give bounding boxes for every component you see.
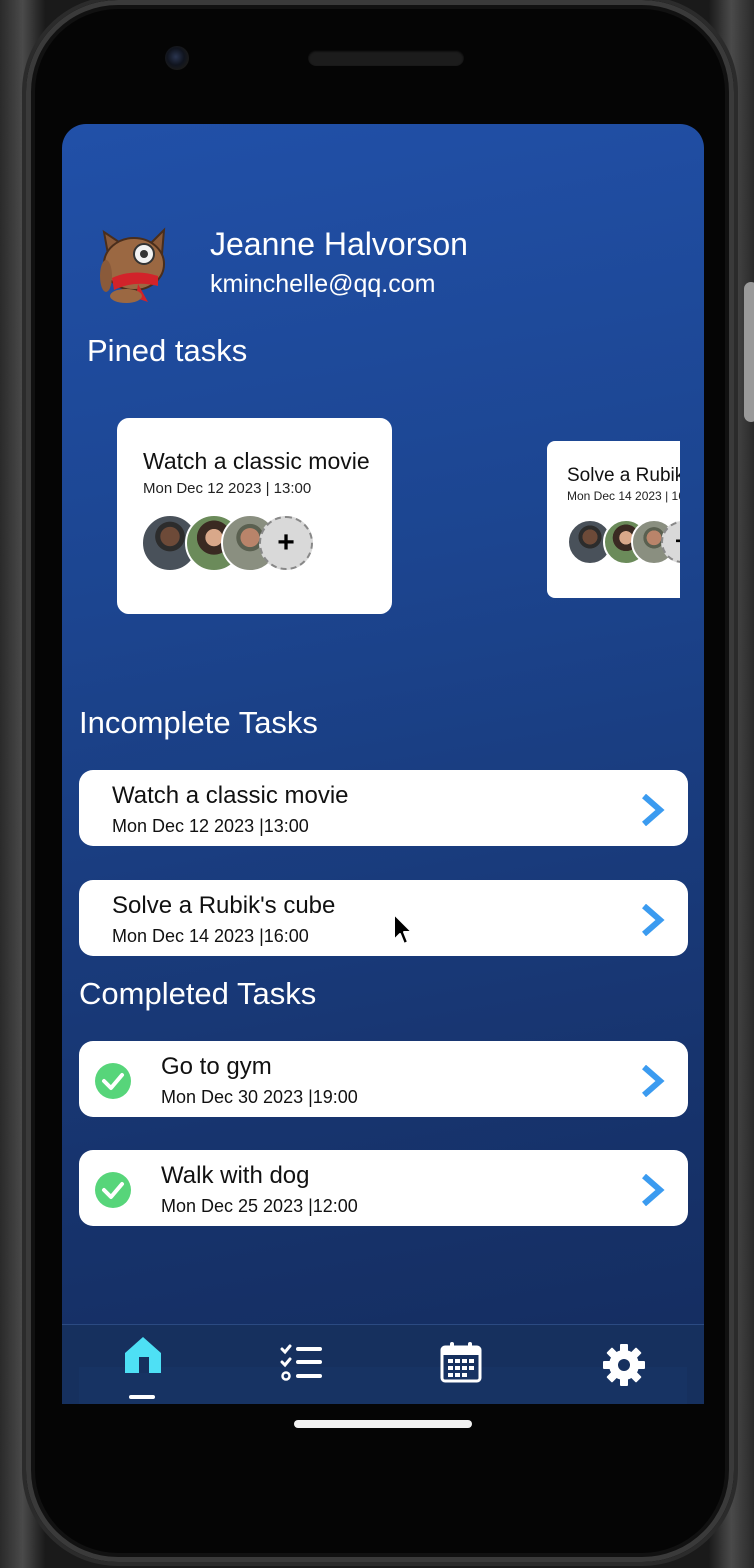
task-row[interactable]: Solve a Rubik's cube Mon Dec 14 2023 |16… bbox=[79, 880, 688, 956]
pinned-card[interactable]: Watch a classic movie Mon Dec 12 2023 | … bbox=[117, 418, 392, 614]
earpiece-speaker bbox=[308, 50, 464, 66]
home-icon bbox=[125, 1337, 161, 1373]
nav-tasks[interactable] bbox=[258, 1325, 348, 1404]
task-row[interactable]: Watch a classic movie Mon Dec 12 2023 |1… bbox=[79, 770, 688, 846]
nav-home[interactable] bbox=[97, 1325, 187, 1404]
task-date: Mon Dec 30 2023 |19:00 bbox=[161, 1087, 358, 1107]
task-row[interactable]: Walk with dog Mon Dec 25 2023 |12:00 bbox=[79, 1150, 688, 1226]
chevron-right-icon[interactable] bbox=[638, 1174, 666, 1206]
chevron-right-icon[interactable] bbox=[638, 794, 666, 826]
task-title: Watch a classic movie bbox=[112, 782, 349, 809]
app-screen: Jeanne Halvorson kminchelle@qq.com Pined… bbox=[62, 124, 704, 1404]
pinned-tasks-heading: Pined tasks bbox=[87, 333, 248, 368]
task-row[interactable]: Go to gym Mon Dec 30 2023 |19:00 bbox=[79, 1041, 688, 1117]
calendar-icon bbox=[440, 1342, 482, 1383]
gear-icon bbox=[603, 1344, 645, 1386]
avatar[interactable] bbox=[98, 224, 174, 304]
add-member-button[interactable]: + bbox=[259, 516, 313, 570]
user-email: kminchelle@qq.com bbox=[210, 270, 436, 298]
task-date: Mon Dec 12 2023 |13:00 bbox=[112, 816, 309, 836]
front-camera bbox=[165, 46, 189, 70]
task-list-icon bbox=[280, 1344, 322, 1381]
pinned-card[interactable]: Solve a Rubik's cube Mon Dec 14 2023 | 1… bbox=[547, 441, 680, 598]
home-gesture-bar[interactable] bbox=[294, 1420, 472, 1428]
phone-side-button bbox=[744, 282, 754, 422]
nav-settings[interactable] bbox=[580, 1325, 670, 1404]
task-date: Mon Dec 25 2023 |12:00 bbox=[161, 1196, 358, 1216]
active-indicator bbox=[129, 1395, 155, 1399]
bottom-nav bbox=[62, 1324, 704, 1404]
completed-tasks-heading: Completed Tasks bbox=[79, 976, 317, 1011]
pinned-card-title: Watch a classic movie bbox=[143, 448, 370, 474]
pinned-card-title: Solve a Rubik's cube bbox=[567, 465, 680, 486]
mouse-cursor-icon bbox=[393, 913, 413, 945]
pinned-card-date: Mon Dec 12 2023 | 13:00 bbox=[143, 480, 312, 497]
task-title: Go to gym bbox=[161, 1053, 272, 1080]
nav-calendar[interactable] bbox=[418, 1325, 508, 1404]
task-date: Mon Dec 14 2023 |16:00 bbox=[112, 926, 309, 946]
chevron-right-icon[interactable] bbox=[638, 1065, 666, 1097]
check-circle-icon bbox=[95, 1172, 131, 1208]
task-title: Solve a Rubik's cube bbox=[112, 892, 336, 919]
check-circle-icon bbox=[95, 1063, 131, 1099]
user-name: Jeanne Halvorson bbox=[210, 226, 468, 262]
task-title: Walk with dog bbox=[161, 1162, 310, 1189]
pinned-card-date: Mon Dec 14 2023 | 16:00 bbox=[567, 489, 680, 503]
incomplete-tasks-heading: Incomplete Tasks bbox=[79, 705, 318, 740]
chevron-right-icon[interactable] bbox=[638, 904, 666, 936]
